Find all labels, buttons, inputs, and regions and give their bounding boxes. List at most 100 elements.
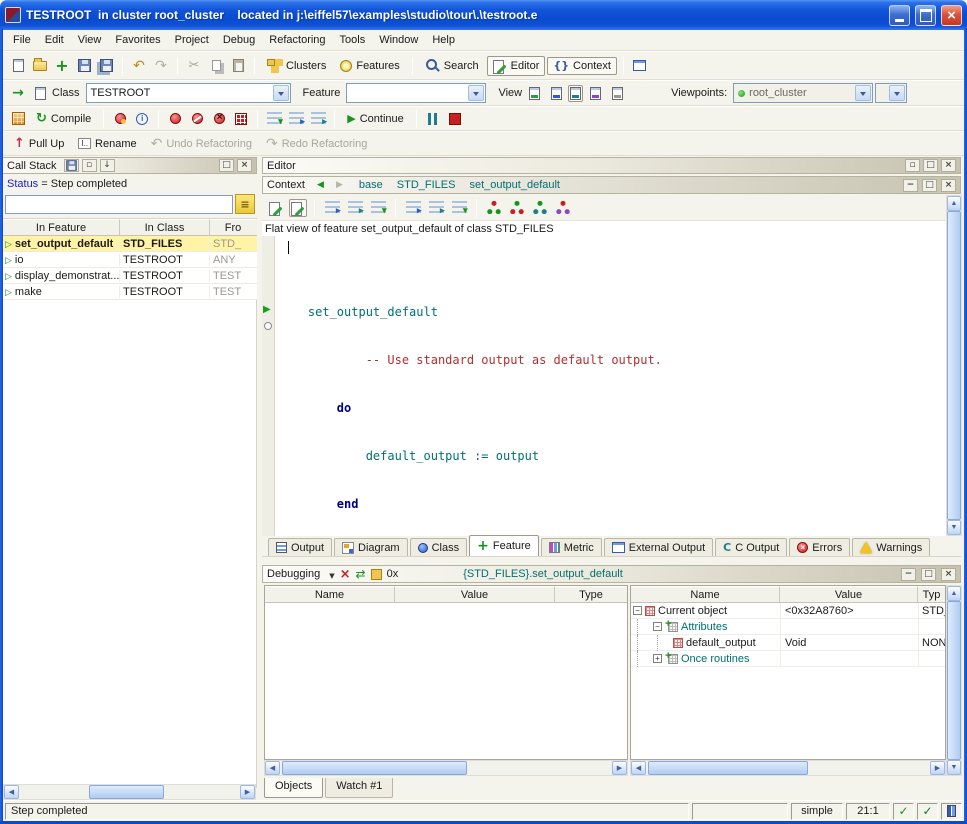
search-button[interactable]: Search [419, 55, 485, 76]
project-settings-icon[interactable] [8, 109, 28, 129]
maximize-panel-button[interactable] [923, 159, 938, 172]
code-line[interactable]: do [279, 400, 662, 416]
breakpoint-gutter[interactable] [262, 236, 275, 536]
send-to-icon[interactable] [8, 83, 28, 103]
scroll-left-icon[interactable]: ◀ [265, 761, 280, 775]
tab-metric[interactable]: Metric [541, 538, 602, 556]
callees-icon[interactable] [345, 198, 365, 218]
menu-edit[interactable]: Edit [38, 31, 71, 49]
flat-view-icon[interactable] [568, 85, 583, 102]
object-tree-row[interactable]: Attributes [631, 619, 945, 635]
minimize-panel-button[interactable] [901, 568, 916, 581]
close-panel-button[interactable] [941, 159, 956, 172]
code-line[interactable]: -- Use standard output as default output… [279, 352, 662, 368]
call-stack-row[interactable]: io TESTROOT ANY [3, 252, 257, 268]
viewpoints-combobox[interactable]: root_cluster [733, 83, 873, 103]
homonyms-icon[interactable] [449, 198, 469, 218]
step-over-icon[interactable] [286, 109, 306, 129]
menu-tools[interactable]: Tools [333, 31, 373, 49]
stack-depth-input[interactable] [5, 195, 233, 214]
dropdown-arrow-icon[interactable] [855, 85, 871, 101]
menu-window[interactable]: Window [372, 31, 425, 49]
scroll-right-icon[interactable]: ▶ [612, 761, 627, 775]
menu-debug[interactable]: Debug [216, 31, 262, 49]
collapse-icon[interactable] [633, 606, 642, 615]
menu-file[interactable]: File [6, 31, 38, 49]
scroll-left-icon[interactable]: ◀ [631, 761, 646, 775]
titlebar[interactable]: TESTROOT in cluster root_cluster located… [0, 0, 967, 30]
descendants-icon[interactable] [507, 198, 527, 218]
column-in-class[interactable]: In Class [120, 219, 210, 235]
remove-breakpoints-icon[interactable] [209, 109, 229, 129]
minimize-panel-button[interactable] [903, 179, 918, 192]
assigners-icon[interactable] [368, 198, 388, 218]
context-toggle-button[interactable]: Context [547, 57, 617, 75]
sync-context-icon[interactable] [356, 568, 366, 580]
clickable-view-icon[interactable] [546, 83, 566, 103]
debugging-header[interactable]: Debugging 0x {STD_FILES}.set_output_defa… [262, 565, 961, 583]
call-stack-header[interactable]: Call Stack [3, 157, 257, 174]
column-name[interactable]: Name [265, 586, 395, 602]
stop-button[interactable] [445, 109, 465, 129]
breakpoint-slot-icon[interactable] [264, 322, 272, 330]
column-value[interactable]: Value [780, 586, 918, 602]
call-stack-row[interactable]: set_output_default STD_FILES STD_ [3, 236, 257, 252]
column-value[interactable]: Value [395, 586, 555, 602]
history-back-button[interactable] [313, 179, 328, 192]
tab-external-output[interactable]: External Output [604, 538, 713, 556]
expand-icon[interactable] [653, 654, 662, 663]
debug-info-icon[interactable] [132, 109, 152, 129]
scrollbar-thumb[interactable] [282, 761, 467, 775]
scrollbar-thumb[interactable] [947, 211, 961, 520]
ancestors-icon[interactable] [484, 198, 504, 218]
external-commands-icon[interactable] [630, 56, 650, 76]
tab-c-output[interactable]: C Output [715, 538, 787, 556]
column-in-feature[interactable]: In Feature [3, 219, 120, 235]
exception-handling-icon[interactable] [110, 109, 130, 129]
close-button[interactable] [941, 5, 962, 26]
scrollbar-thumb[interactable] [947, 601, 961, 760]
menu-help[interactable]: Help [425, 31, 462, 49]
dropdown-arrow-icon[interactable] [468, 85, 484, 101]
close-panel-button[interactable] [941, 179, 956, 192]
code-line[interactable]: set_output_default [279, 304, 662, 320]
debugging-menu-arrow-icon[interactable] [329, 569, 334, 580]
minimize-button[interactable] [889, 5, 910, 26]
scrollbar-thumb[interactable] [648, 761, 808, 775]
objects-grid-vscrollbar[interactable]: ▲ ▼ [946, 585, 962, 776]
maximize-button[interactable] [915, 5, 936, 26]
watch-grid-hscrollbar[interactable]: ◀ ▶ [264, 760, 628, 776]
float-panel-button[interactable] [82, 159, 97, 172]
scroll-up-icon[interactable]: ▲ [947, 586, 961, 601]
watch-grid[interactable]: Name Value Type [264, 585, 628, 760]
column-from[interactable]: Fro [210, 219, 256, 235]
tab-watch-1[interactable]: Watch #1 [325, 778, 393, 798]
breadcrumb-library[interactable]: base [359, 179, 383, 191]
watch-icon[interactable] [371, 569, 382, 580]
menu-favorites[interactable]: Favorites [108, 31, 167, 49]
enable-breakpoints-icon[interactable] [165, 109, 185, 129]
breadcrumb-class[interactable]: STD_FILES [397, 179, 456, 191]
disable-breakpoints-icon[interactable] [187, 109, 207, 129]
undo-icon[interactable] [129, 56, 149, 76]
context-header[interactable]: Context base STD_FILES set_output_defaul… [262, 176, 961, 194]
scroll-right-icon[interactable]: ▶ [240, 785, 255, 799]
pull-up-button[interactable]: Pull Up [8, 134, 70, 153]
class-combobox[interactable]: TESTROOT [86, 83, 291, 103]
step-into-icon[interactable] [264, 109, 284, 129]
tab-output[interactable]: Output [268, 538, 332, 556]
call-stack-row[interactable]: make TESTROOT TEST [3, 284, 257, 300]
tab-feature[interactable]: Feature [469, 535, 539, 556]
menu-view[interactable]: View [71, 31, 109, 49]
column-name[interactable]: Name [631, 586, 780, 602]
scroll-down-icon[interactable]: ▼ [947, 760, 961, 775]
compile-button[interactable]: Compile [30, 109, 97, 128]
rename-button[interactable]: Rename [72, 135, 142, 153]
editor-header[interactable]: Editor [262, 157, 961, 174]
save-icon[interactable] [74, 56, 94, 76]
scroll-right-icon[interactable]: ▶ [930, 761, 945, 775]
code-line[interactable]: default_output := output [279, 448, 662, 464]
maximize-panel-button[interactable] [921, 568, 936, 581]
features-button[interactable]: Features [334, 57, 405, 75]
float-panel-button[interactable] [905, 159, 920, 172]
